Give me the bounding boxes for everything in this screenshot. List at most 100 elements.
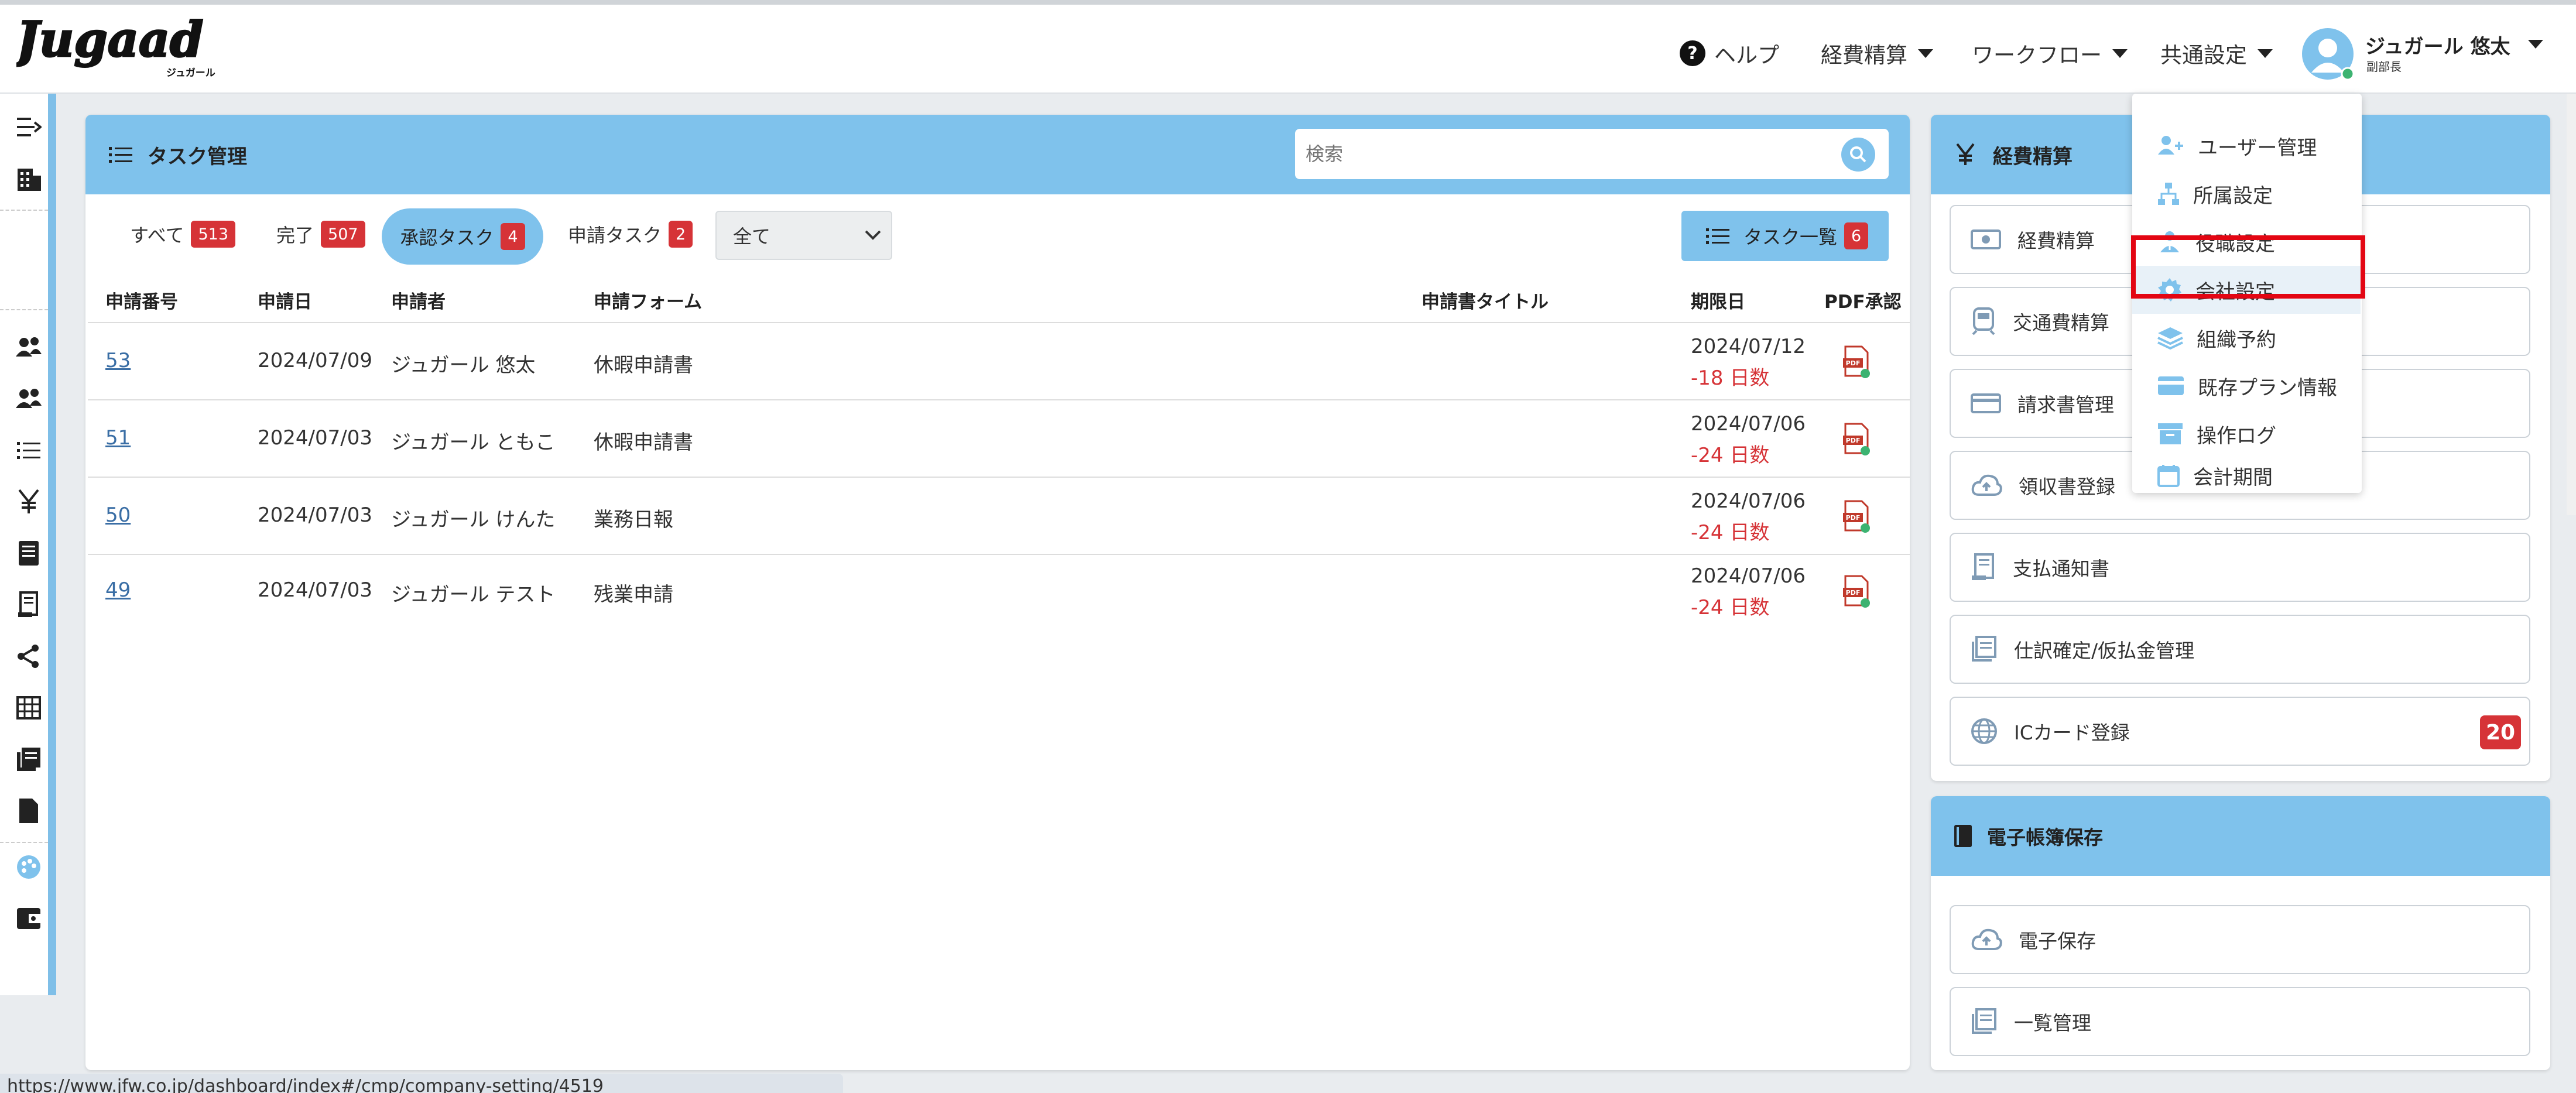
task-list-count: 6 xyxy=(1844,222,1869,249)
tab-request-label: 申請タスク xyxy=(568,224,662,246)
ebook-item-label: 電子保存 xyxy=(2019,930,2096,952)
task-list-button[interactable]: タスク一覧 6 xyxy=(1681,211,1889,261)
menu-common-label: 共通設定 xyxy=(2160,43,2247,68)
dropdown-item-label: 組織予約 xyxy=(2197,328,2276,352)
tab-approval-count: 4 xyxy=(501,223,525,250)
expense-item-payment-notice[interactable]: 支払通知書 xyxy=(1950,533,2530,602)
journal-icon[interactable] xyxy=(8,739,49,780)
overdue-days: -18 日数 xyxy=(1691,366,1770,390)
filter-select[interactable]: 全て xyxy=(715,211,892,260)
caret-down-icon xyxy=(1918,49,1933,58)
caret-down-icon xyxy=(2528,40,2543,49)
tab-request[interactable]: 申請タスク 2 xyxy=(568,217,693,252)
card-icon xyxy=(1971,393,2001,413)
pdf-approve-icon[interactable]: PDF xyxy=(1842,423,1871,457)
highlight-box xyxy=(2131,235,2365,299)
expense-item-label: 領収書登録 xyxy=(2019,475,2115,498)
expense-item-label: 請求書管理 xyxy=(2017,393,2114,416)
search-icon[interactable] xyxy=(1841,137,1876,172)
caret-down-icon xyxy=(2112,49,2128,58)
dropdown-item-user-management[interactable]: ユーザー管理 xyxy=(2132,122,2361,170)
document-icon[interactable] xyxy=(8,533,49,574)
ebook-panel-title: 電子帳簿保存 xyxy=(1987,826,2103,849)
menu-common-settings[interactable]: 共通設定 xyxy=(2160,28,2273,78)
dropdown-item-fiscal-period[interactable]: 会計期間 xyxy=(2132,458,2361,493)
table-icon[interactable] xyxy=(8,687,49,728)
help-link[interactable]: ? ヘルプ xyxy=(1679,28,1779,78)
list-icon[interactable] xyxy=(8,430,49,471)
dropdown-item-operation-log[interactable]: 操作ログ xyxy=(2132,410,2361,458)
due-date: 2024/07/06 xyxy=(1691,412,1806,436)
list-icon xyxy=(109,147,132,163)
ebook-item-list[interactable]: 一覧管理 xyxy=(1950,987,2530,1056)
dropdown-item-plan-info[interactable]: 既存プラン情報 xyxy=(2132,362,2361,410)
table-row[interactable]: 49 2024/07/03 ジュガール テスト 残業申請 2024/07/06 … xyxy=(88,555,1910,631)
file-icon[interactable] xyxy=(8,790,49,831)
user-menu[interactable]: ジュガール 悠太 副部長 xyxy=(2301,27,2558,81)
top-bar: Jugaad ジュガール ? ヘルプ 経費精算 ワークフロー 共通設定 ジュガー… xyxy=(0,0,2576,94)
status-bar-url: https://www.jfw.co.jp/dashboard/index#/c… xyxy=(0,1074,843,1093)
request-id-link[interactable]: 49 xyxy=(105,578,131,602)
tab-done[interactable]: 完了 507 xyxy=(276,217,365,252)
tab-approval[interactable]: 承認タスク 4 xyxy=(382,208,543,265)
request-date: 2024/07/03 xyxy=(258,578,372,602)
request-date: 2024/07/03 xyxy=(258,503,372,527)
train-icon xyxy=(1972,307,1995,335)
caret-down-icon xyxy=(2258,49,2273,58)
svg-text:?: ? xyxy=(1687,43,1697,64)
ebook-item-label: 一覧管理 xyxy=(2014,1012,2091,1034)
chevron-down-icon xyxy=(865,230,881,240)
col-date: 申請日 xyxy=(258,292,312,313)
ebook-panel-header: 電子帳簿保存 xyxy=(1931,796,2550,876)
applicant: ジュガール ともこ xyxy=(391,431,556,454)
calendar-icon xyxy=(2157,465,2180,487)
expense-item-journal[interactable]: 仕訳確定/仮払金管理 xyxy=(1950,615,2530,684)
dropdown-item-label: 既存プラン情報 xyxy=(2198,376,2337,400)
request-id-link[interactable]: 53 xyxy=(105,349,131,372)
expense-item-ic-card[interactable]: ICカード登録 20 xyxy=(1950,697,2530,766)
pdf-approve-icon[interactable]: PDF xyxy=(1842,575,1871,609)
tab-all[interactable]: すべて 513 xyxy=(130,217,236,252)
page-scrollbar[interactable] xyxy=(2567,94,2576,515)
help-label: ヘルプ xyxy=(1714,43,1779,68)
dropdown-item-label: 所属設定 xyxy=(2193,184,2273,208)
journal-icon xyxy=(1972,1008,1996,1034)
search-input[interactable] xyxy=(1306,137,1821,171)
company-icon[interactable] xyxy=(8,158,49,199)
request-id-link[interactable]: 51 xyxy=(105,426,131,450)
request-date: 2024/07/09 xyxy=(258,349,372,372)
search-box[interactable] xyxy=(1295,129,1889,179)
svg-text:ジュガール: ジュガール xyxy=(166,67,215,79)
ebook-item-storage[interactable]: 電子保存 xyxy=(1950,905,2530,974)
menu-workflow[interactable]: ワークフロー xyxy=(1972,28,2128,78)
expense-item-label: 交通費精算 xyxy=(2013,311,2109,334)
yen-icon[interactable] xyxy=(8,481,49,522)
user-add-icon xyxy=(2158,136,2183,155)
wallet-icon[interactable] xyxy=(8,898,49,939)
dropdown-item-org-reservation[interactable]: 組織予約 xyxy=(2132,314,2361,362)
sidebar-toggle-icon[interactable] xyxy=(8,107,49,148)
receipt-icon[interactable] xyxy=(8,584,49,625)
palette-icon[interactable] xyxy=(8,847,49,888)
app-logo[interactable]: Jugaad ジュガール xyxy=(8,11,227,80)
group-icon[interactable] xyxy=(8,378,49,419)
menu-expense[interactable]: 経費精算 xyxy=(1821,28,1933,78)
user-role: 副部長 xyxy=(2366,60,2402,74)
table-row[interactable]: 51 2024/07/03 ジュガール ともこ 休暇申請書 2024/07/06… xyxy=(88,400,1910,477)
due-date: 2024/07/06 xyxy=(1691,489,1806,513)
request-id-link[interactable]: 50 xyxy=(105,503,131,527)
tab-done-count: 507 xyxy=(321,221,365,248)
svg-text:Jugaad: Jugaad xyxy=(16,15,203,68)
svg-text:PDF: PDF xyxy=(1846,437,1861,444)
table-row[interactable]: 53 2024/07/09 ジュガール 悠太 休暇申請書 2024/07/12 … xyxy=(88,323,1910,399)
users-icon[interactable] xyxy=(8,327,49,368)
dropdown-item-affiliation[interactable]: 所属設定 xyxy=(2132,170,2361,218)
yen-icon xyxy=(1956,143,1975,165)
share-icon[interactable] xyxy=(8,636,49,677)
request-date: 2024/07/03 xyxy=(258,426,372,450)
pdf-approve-icon[interactable]: PDF xyxy=(1842,500,1871,534)
dropdown-item-label: ユーザー管理 xyxy=(2198,136,2317,160)
pdf-approve-icon[interactable]: PDF xyxy=(1842,345,1871,379)
form-name: 休暇申請書 xyxy=(594,354,693,377)
table-row[interactable]: 50 2024/07/03 ジュガール けんた 業務日報 2024/07/06 … xyxy=(88,478,1910,554)
